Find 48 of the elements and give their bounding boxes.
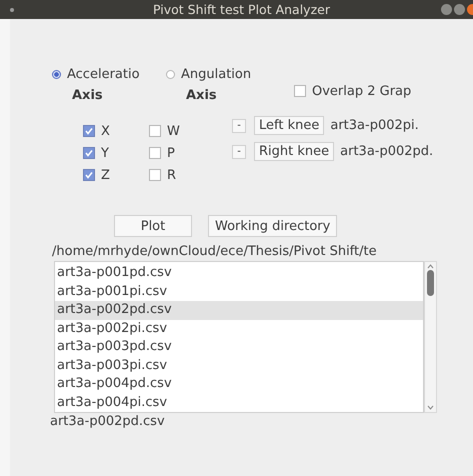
mode-radio[interactable]: Acceleratio <box>52 67 166 82</box>
action-button[interactable]: Plot <box>114 215 192 237</box>
checkbox-label[interactable]: Y <box>101 146 109 160</box>
file-list-item[interactable]: art3a-p002pi.csv <box>55 320 423 338</box>
radio-icon[interactable] <box>52 70 61 79</box>
checkbox-label[interactable]: W <box>167 124 180 138</box>
axis-heading: Axis <box>72 88 104 103</box>
mode-radio[interactable]: Angulation <box>166 67 280 82</box>
radio-label[interactable]: Acceleratio <box>67 67 140 82</box>
checkbox[interactable] <box>149 147 161 159</box>
scroll-up-icon[interactable] <box>425 262 436 270</box>
maximize-icon[interactable] <box>454 4 465 15</box>
window-title: Pivot Shift test Plot Analyzer <box>152 2 331 17</box>
checkbox-label[interactable]: X <box>101 124 110 138</box>
window-menu-icon[interactable] <box>10 8 14 12</box>
checkbox[interactable] <box>83 125 95 137</box>
remove-button[interactable]: - <box>232 144 246 158</box>
checkbox[interactable] <box>149 125 161 137</box>
checkbox[interactable] <box>83 147 95 159</box>
checkbox[interactable] <box>149 169 161 181</box>
file-list-item[interactable]: art3a-p003pi.csv <box>55 356 423 375</box>
radio-icon[interactable] <box>166 70 175 79</box>
file-list-item[interactable]: art3a-p004pd.csv <box>55 375 423 394</box>
knee-button[interactable]: Right knee <box>254 142 334 161</box>
file-label: art3a-p002pd. <box>340 144 434 159</box>
scrollbar[interactable] <box>424 261 437 413</box>
selected-file-label: art3a-p002pd.csv <box>50 414 166 429</box>
radio-label[interactable]: Angulation <box>181 67 252 82</box>
minimize-icon[interactable] <box>441 4 452 15</box>
file-list-item[interactable]: art3a-p002pd.csv <box>55 301 423 320</box>
checkbox-label[interactable]: R <box>167 168 176 182</box>
file-list-item[interactable]: art3a-p003pd.csv <box>55 338 423 356</box>
checkbox-label[interactable]: Z <box>101 168 110 182</box>
file-list-item[interactable]: art3a-p004pi.csv <box>55 394 423 412</box>
checkbox-label[interactable]: Overlap 2 Grap <box>312 84 412 98</box>
scrollbar-thumb[interactable] <box>427 270 434 296</box>
directory-path: /home/mrhyde/ownCloud/ece/Thesis/Pivot Shift/te <box>52 244 378 259</box>
file-label: art3a-p002pi. <box>330 118 419 133</box>
action-button[interactable]: Working directory <box>208 215 338 237</box>
checkbox[interactable] <box>294 85 306 97</box>
checkbox-label[interactable]: P <box>167 146 175 160</box>
file-list-item[interactable]: art3a-p001pi.csv <box>55 282 423 301</box>
knee-button[interactable]: Left knee <box>254 116 324 135</box>
checkbox[interactable] <box>83 169 95 181</box>
axis-heading: Axis <box>186 88 218 103</box>
file-list-item[interactable]: art3a-p001pd.csv <box>55 264 423 282</box>
scroll-down-icon[interactable] <box>425 404 436 412</box>
remove-button[interactable]: - <box>232 118 246 132</box>
